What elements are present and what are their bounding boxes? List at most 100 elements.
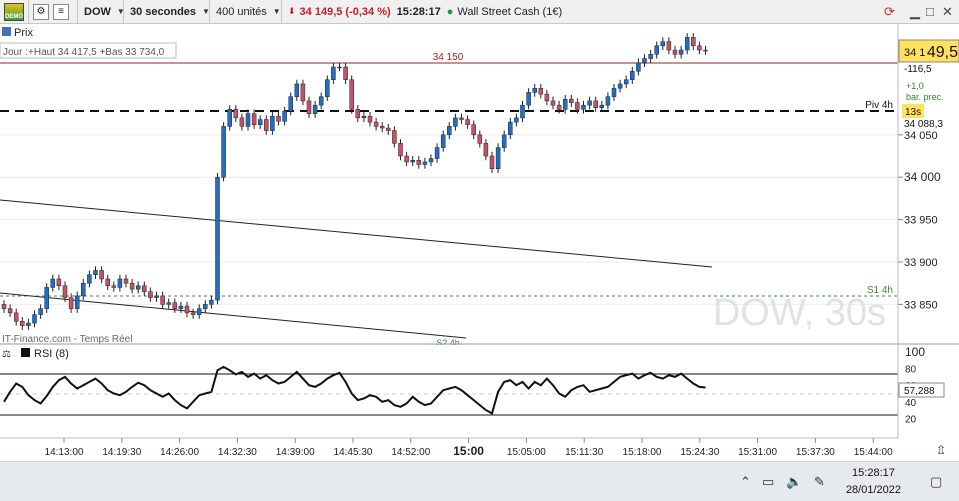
- candle-body: [56, 278, 62, 286]
- time-tick-label: 14:26:00: [160, 447, 199, 458]
- time-tick-label: 15:44:00: [854, 447, 893, 458]
- candle-body: [68, 297, 74, 309]
- candle-body: [678, 49, 684, 55]
- candle-body: [453, 117, 458, 127]
- candle-body: [392, 130, 397, 144]
- candle-body: [282, 110, 287, 122]
- pivot-label: Piv 4h: [865, 100, 893, 111]
- rsi-tick-label: 40: [905, 398, 917, 409]
- close-button[interactable]: ✕: [942, 4, 953, 20]
- price-tick-label: 34 000: [904, 170, 941, 184]
- chart-area[interactable]: DOW, 30s Prix Jour :+Haut 34 417,5 +Bas …: [0, 24, 959, 494]
- candle-body: [630, 70, 635, 80]
- candle-body: [270, 115, 275, 131]
- candle-body: [32, 314, 37, 324]
- candle-body: [318, 96, 324, 106]
- candle-body: [459, 117, 464, 120]
- candle-body: [666, 41, 672, 51]
- candle-body: [489, 155, 495, 169]
- candle-body: [611, 87, 617, 97]
- bookmark-icon[interactable]: ≡: [53, 3, 69, 20]
- taskbar: ✎ ⌃ ▭ 🔈 15:28:17 28/01/2022 ▢: [0, 461, 959, 501]
- pen-icon[interactable]: ✎: [814, 474, 825, 490]
- candle-body: [74, 295, 80, 309]
- candle-body: [361, 115, 367, 119]
- candle-body: [7, 308, 13, 314]
- candle-body: [196, 308, 202, 315]
- time-tick-label: 15:24:30: [680, 447, 719, 458]
- time-tick-label: 15:31:00: [738, 447, 777, 458]
- candle-body: [26, 322, 31, 326]
- candle-body: [288, 96, 293, 112]
- candle-body: [117, 278, 123, 288]
- candle-body: [440, 134, 446, 148]
- candle-body: [691, 37, 696, 47]
- rsi-tick-label: 80: [905, 365, 917, 376]
- candle-body: [99, 270, 104, 280]
- candle-body: [550, 100, 556, 106]
- candle-body: [239, 117, 245, 127]
- maximize-button[interactable]: □: [926, 4, 934, 19]
- candle-body: [209, 299, 214, 305]
- candle-body: [325, 79, 330, 97]
- price-tick-label: 33 850: [904, 299, 938, 311]
- candle-body: [264, 119, 269, 131]
- candle-body: [398, 143, 403, 157]
- settings-icon[interactable]: ⚙: [33, 3, 49, 20]
- candle-body: [416, 160, 422, 165]
- candle-body: [154, 295, 159, 298]
- red-line-label: 34 150: [433, 52, 464, 63]
- sync-icon[interactable]: ⟳: [884, 4, 895, 20]
- rsi-value: 57,288: [904, 386, 935, 397]
- day-range-label: Jour :+Haut 34 417,5 +Bas 33 734,0: [3, 47, 165, 58]
- candle-body: [593, 100, 598, 108]
- scroll-up-icon[interactable]: ⇫: [936, 443, 946, 457]
- time-tick-label: 15:37:30: [796, 447, 835, 458]
- time-tick-label: 15:05:00: [507, 447, 546, 458]
- candle-body: [544, 93, 550, 102]
- candle-body: [514, 117, 519, 123]
- arrow-down-icon: ⬇: [288, 6, 296, 16]
- price-tick-label: 34 050: [904, 130, 938, 142]
- chevron-up-icon[interactable]: ⌃: [740, 474, 751, 490]
- candle-body: [575, 102, 580, 110]
- candle-body: [581, 104, 586, 110]
- candle-body: [422, 161, 428, 165]
- candle-body: [617, 83, 623, 89]
- candle-body: [605, 96, 611, 106]
- interval-select[interactable]: 30 secondes ▼: [124, 0, 210, 24]
- candle-body: [483, 143, 489, 157]
- candle-body: [684, 37, 690, 51]
- candle-body: [404, 155, 409, 163]
- candle-body: [203, 304, 208, 309]
- candle-body: [520, 104, 525, 119]
- candle-body: [44, 287, 49, 309]
- candle-body: [367, 115, 373, 123]
- candle-body: [135, 285, 141, 290]
- time-tick-label: 15:11:30: [565, 447, 604, 458]
- speaker-icon[interactable]: 🔈: [786, 474, 802, 490]
- rsi-label: RSI (8): [34, 348, 69, 360]
- instrument-name: Wall Street Cash (1€): [457, 5, 563, 18]
- demo-logo-icon: DEMO: [4, 2, 24, 21]
- candle-body: [465, 119, 470, 125]
- notification-icon[interactable]: ▢: [930, 474, 942, 490]
- symbol-select[interactable]: DOW ▼: [78, 0, 125, 24]
- candle-body: [526, 92, 531, 106]
- candle-body: [111, 285, 117, 288]
- bar-change: +1,0: [906, 81, 924, 91]
- s1-label: S1 4h: [867, 285, 893, 296]
- candle-body: [142, 285, 147, 292]
- candle-body: [123, 278, 129, 284]
- candle-body: [172, 302, 178, 309]
- minimize-button[interactable]: ▁: [910, 4, 920, 20]
- rsi-settings-icon[interactable]: ⚖: [2, 349, 11, 360]
- taskbar-clock[interactable]: 15:28:17 28/01/2022: [846, 465, 901, 499]
- candle-body: [648, 54, 653, 59]
- rsi-header-bar: [0, 345, 959, 360]
- units-select[interactable]: 400 unités ▼: [210, 0, 282, 24]
- rsi-tick-label: 100: [905, 345, 925, 359]
- time-tick-label: 14:39:00: [276, 447, 315, 458]
- battery-icon: ▭: [762, 474, 775, 489]
- last-price-b: 49,5: [927, 44, 958, 61]
